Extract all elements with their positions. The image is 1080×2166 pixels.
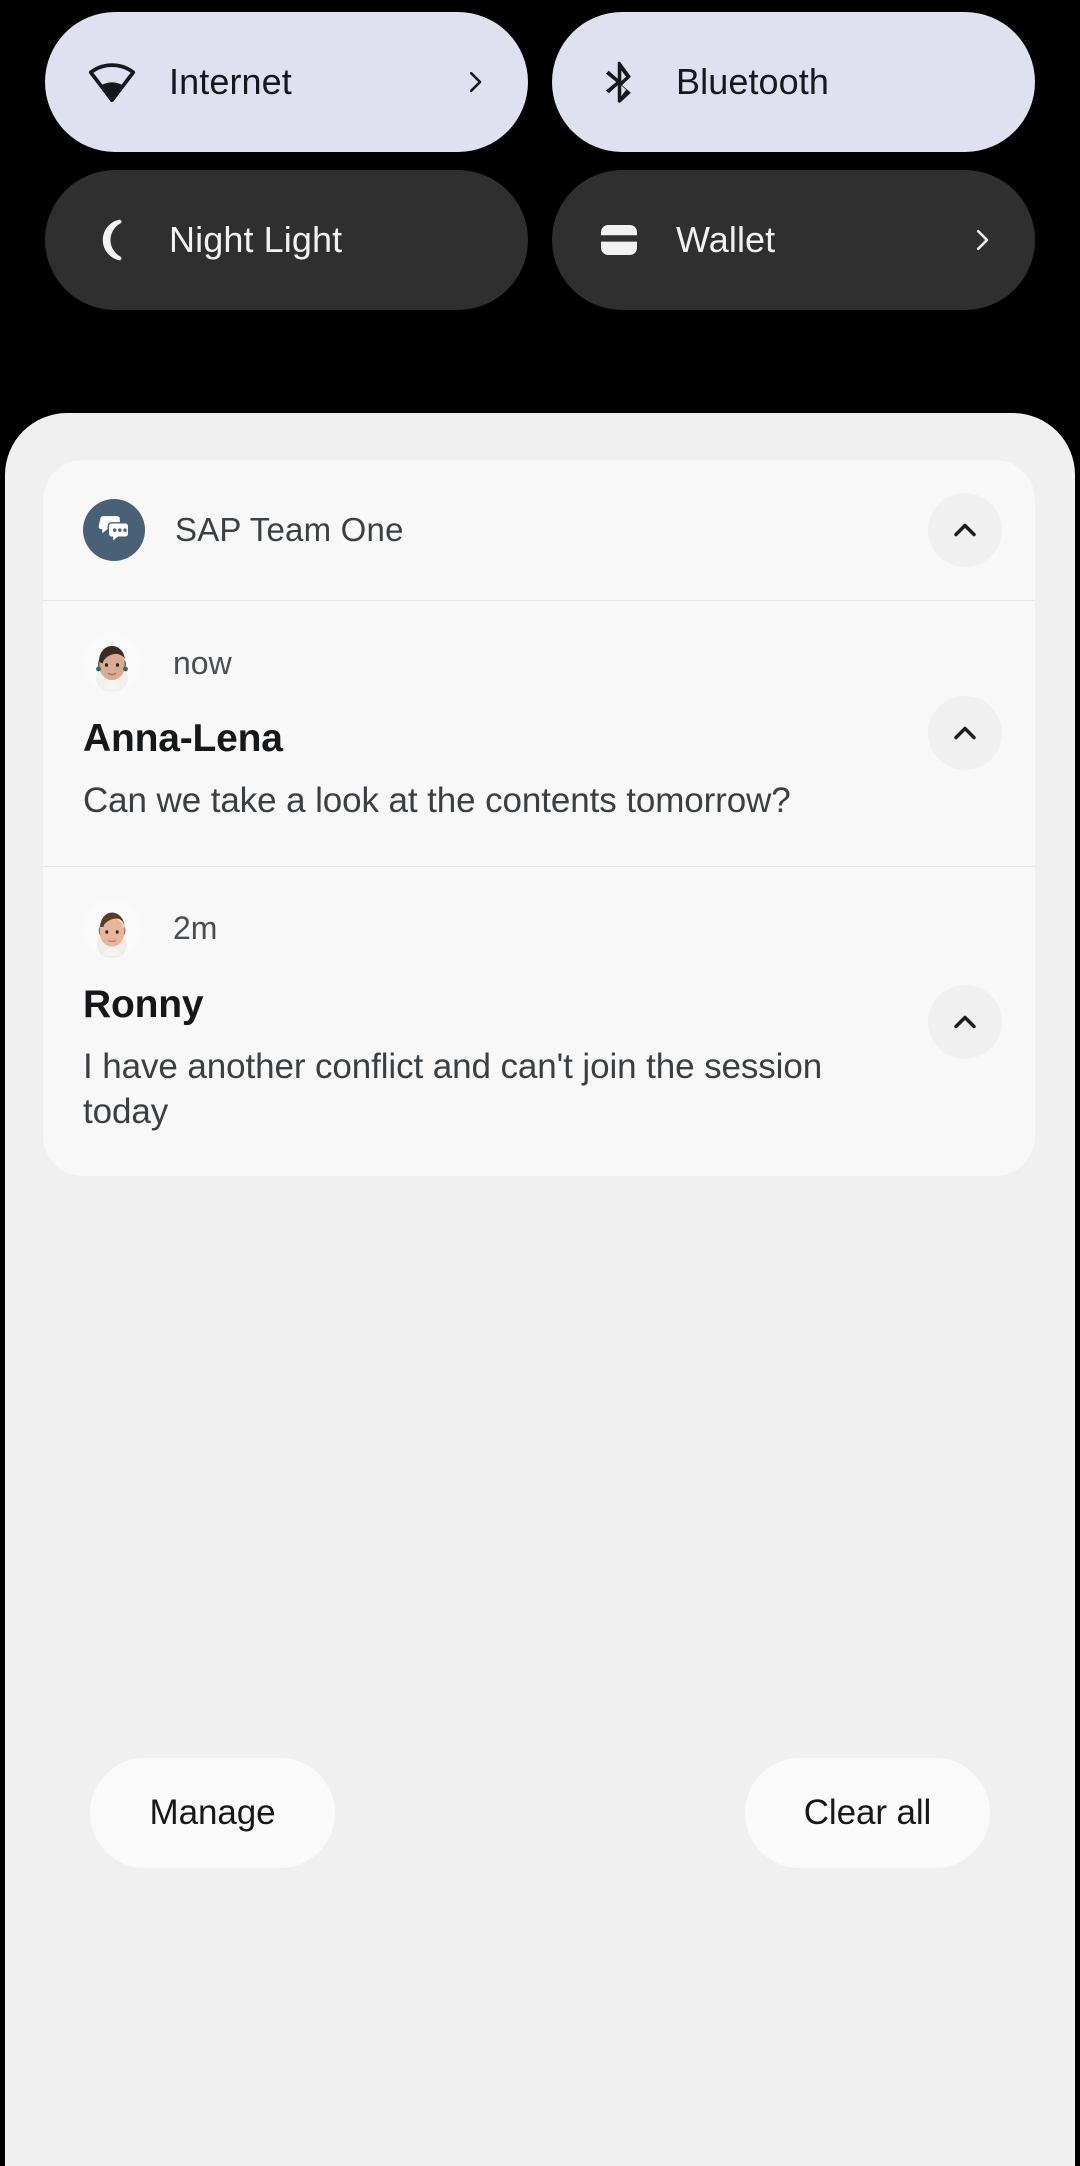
chevron-up-icon bbox=[954, 1015, 976, 1028]
notification-panel: SAP Team One now Anna-Lena Can we take a… bbox=[5, 413, 1075, 2166]
message-sender-name: Ronny bbox=[83, 982, 204, 1026]
manage-button[interactable]: Manage bbox=[90, 1758, 335, 1868]
avatar-ronny bbox=[83, 899, 141, 958]
message-collapse-button[interactable] bbox=[928, 984, 1002, 1059]
moon-icon bbox=[85, 213, 139, 267]
android-notification-shade: Internet Bluetooth Night Light Wallet SA… bbox=[0, 0, 1080, 2166]
quick-tile-bluetooth[interactable]: Bluetooth bbox=[552, 12, 1035, 152]
notification-app-name: SAP Team One bbox=[175, 511, 404, 548]
quick-settings-grid: Internet Bluetooth Night Light Wallet bbox=[45, 12, 1035, 310]
avatar-anna-lena bbox=[83, 634, 141, 692]
group-collapse-button[interactable] bbox=[928, 493, 1002, 567]
message-sender-name: Anna-Lena bbox=[83, 717, 283, 760]
message-timestamp: 2m bbox=[173, 910, 218, 947]
message-text: Can we take a look at the contents tomor… bbox=[83, 781, 791, 820]
chevron-right-icon[interactable] bbox=[460, 67, 490, 97]
message-collapse-button[interactable] bbox=[928, 696, 1002, 771]
message-text: I have another conflict and can't join t… bbox=[83, 1046, 823, 1131]
chevron-up-icon bbox=[954, 727, 976, 740]
chat-bubbles-icon bbox=[83, 499, 145, 561]
chevron-up-icon bbox=[954, 523, 976, 537]
quick-tile-label: Night Light bbox=[169, 219, 343, 260]
quick-tile-label: Wallet bbox=[676, 219, 776, 260]
notification-group-header[interactable]: SAP Team One bbox=[43, 460, 1035, 600]
wifi-icon bbox=[85, 55, 139, 109]
notification-message-row[interactable]: 2m Ronny I have another conflict and can… bbox=[43, 867, 1035, 1177]
message-meta-row: 2m bbox=[83, 897, 1002, 1059]
quick-tile-wallet[interactable]: Wallet bbox=[552, 170, 1035, 310]
chevron-right-icon[interactable] bbox=[967, 225, 997, 255]
message-timestamp: now bbox=[173, 644, 232, 681]
quick-tile-internet[interactable]: Internet bbox=[45, 12, 528, 152]
clear-all-button[interactable]: Clear all bbox=[745, 1758, 990, 1868]
message-meta-row: now bbox=[83, 631, 1002, 771]
notification-message-row[interactable]: now Anna-Lena Can we take a look at the … bbox=[43, 601, 1035, 866]
wallet-icon bbox=[592, 213, 646, 267]
quick-tile-night-light[interactable]: Night Light bbox=[45, 170, 528, 310]
bluetooth-icon bbox=[592, 55, 646, 109]
quick-tile-label: Internet bbox=[169, 61, 292, 102]
quick-tile-label: Bluetooth bbox=[676, 61, 830, 102]
notification-actions: Manage Clear all bbox=[5, 1758, 1075, 1868]
notification-group-card[interactable]: SAP Team One now Anna-Lena Can we take a… bbox=[43, 460, 1035, 1177]
